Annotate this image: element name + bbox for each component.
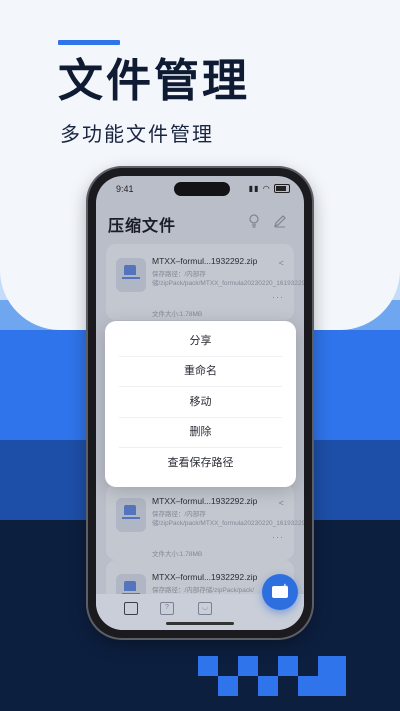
document-tab-icon[interactable]: ? [160,602,174,615]
menu-item-rename[interactable]: 重命名 [119,356,282,387]
menu-item-move[interactable]: 移动 [119,387,282,418]
profile-tab-icon[interactable]: ◡ [198,602,212,615]
menu-item-delete[interactable]: 删除 [119,417,282,448]
promo-headline: 文件管理 [58,55,251,106]
plus-icon: + [282,582,288,593]
add-folder-button[interactable]: + [262,574,298,610]
accent-bar [58,40,120,45]
menu-item-share[interactable]: 分享 [119,326,282,357]
home-indicator [166,622,234,625]
zip-tab-icon[interactable] [124,602,138,615]
menu-item-view-save-path[interactable]: 查看保存路径 [119,448,282,478]
context-menu: 分享 重命名 移动 删除 查看保存路径 [105,321,296,487]
promo-subheadline: 多功能文件管理 [60,124,214,146]
